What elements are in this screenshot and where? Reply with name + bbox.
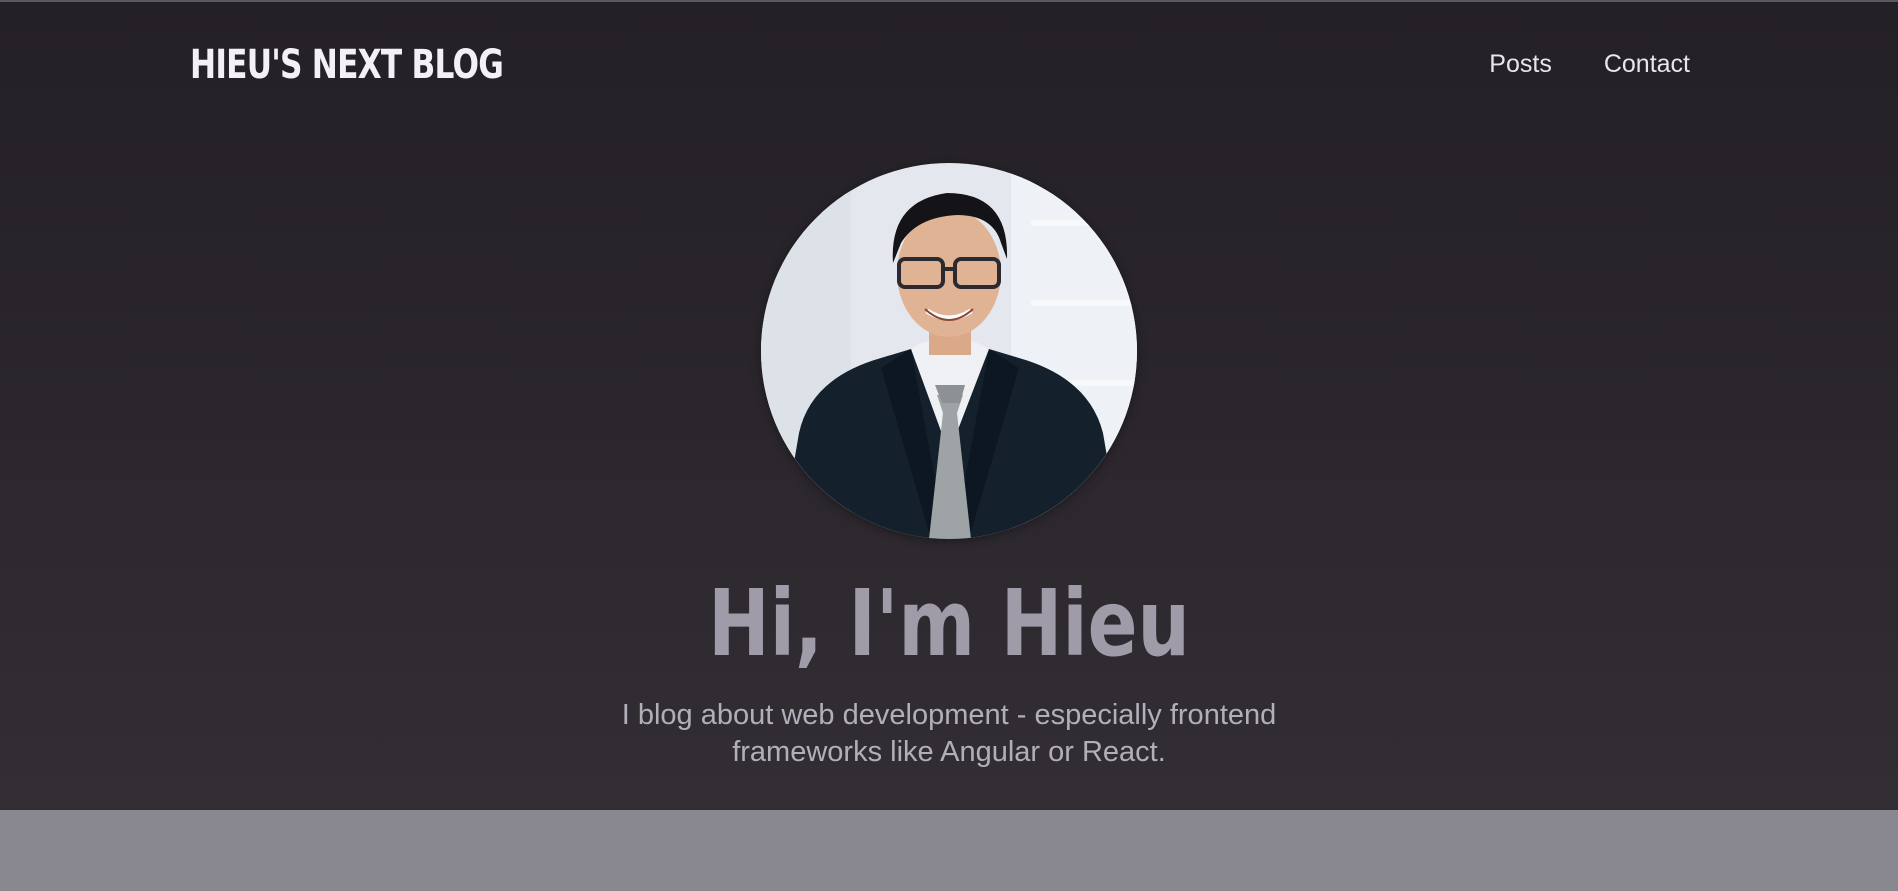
nav-link-posts[interactable]: Posts	[1489, 50, 1552, 79]
site-logo[interactable]: HIEU'S NEXT BLOG	[190, 42, 504, 88]
hero-subtitle: I blog about web development - especiall…	[621, 699, 1277, 768]
page: HIEU'S NEXT BLOG Posts Contact Hi, I'm H…	[0, 0, 1898, 891]
site-header: HIEU'S NEXT BLOG Posts Contact	[190, 32, 1690, 96]
hero-title: Hi, I'm Hieu	[708, 570, 1190, 677]
hero-section: HIEU'S NEXT BLOG Posts Contact Hi, I'm H…	[0, 2, 1898, 810]
avatar	[761, 163, 1137, 539]
main-nav: Posts Contact	[1489, 50, 1690, 79]
nav-link-contact[interactable]: Contact	[1604, 50, 1690, 79]
